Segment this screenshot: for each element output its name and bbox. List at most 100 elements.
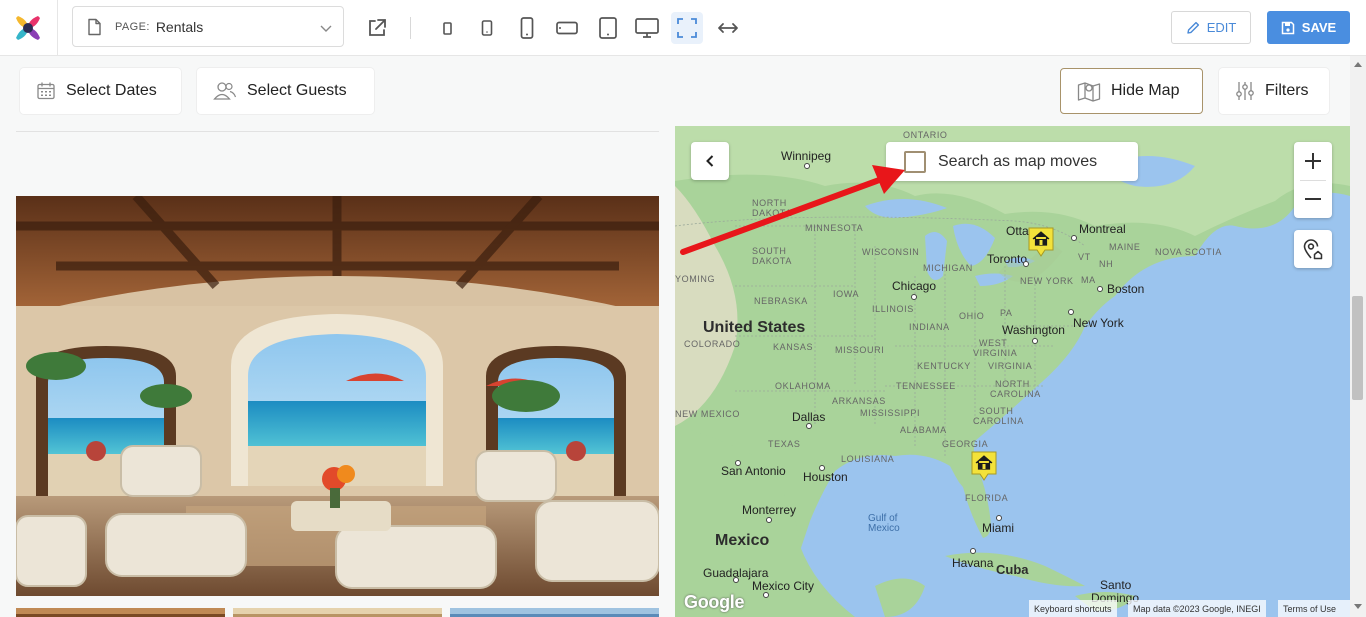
rentals-map[interactable]: ONTARIO Winnipeg NORTH DAKOTA MINNESOTA …: [675, 126, 1350, 617]
listing-column: [0, 126, 675, 617]
map-dot-guadalajara: [733, 577, 739, 583]
map-label-cuba: Cuba: [996, 562, 1029, 577]
map-label-santo-domingo-1: Santo: [1100, 578, 1132, 592]
search-as-map-moves-checkbox[interactable]: [904, 150, 926, 173]
map-label-vt: VT: [1078, 252, 1091, 262]
map-label-north-dakota-1: NORTH: [752, 198, 787, 208]
map-label-colorado: COLORADO: [684, 339, 741, 349]
map-label-kansas: KANSAS: [773, 342, 814, 352]
map-dot-winnipeg: [804, 163, 810, 169]
rental-thumbnail-1[interactable]: [16, 608, 225, 617]
map-label-nh: NH: [1099, 259, 1114, 269]
map-label-missouri: MISSOURI: [835, 345, 885, 355]
rental-hero-photo[interactable]: [16, 196, 659, 596]
map-label-south-dakota-1: SOUTH: [752, 246, 787, 256]
map-label-iowa: IOWA: [833, 289, 860, 299]
device-phone-small-icon[interactable]: [476, 12, 498, 44]
map-dot-new-york-city: [1068, 309, 1074, 315]
app-logo-icon[interactable]: [12, 12, 44, 44]
map-label-gulf-2: Mexico: [868, 523, 900, 534]
map-label-havana: Havana: [952, 556, 994, 570]
rental-thumbnail-3[interactable]: [450, 608, 659, 617]
map-dot-dallas: [806, 423, 812, 429]
map-label-chicago: Chicago: [892, 279, 937, 293]
map-label-arkansas: ARKANSAS: [832, 396, 886, 406]
map-dot-boston: [1097, 286, 1103, 292]
select-dates-button[interactable]: Select Dates: [20, 68, 181, 114]
hide-map-label: Hide Map: [1111, 82, 1180, 99]
map-label-washington: Washington: [1002, 323, 1065, 337]
map-label-toronto: Toronto: [987, 252, 1028, 266]
edit-button[interactable]: EDIT: [1171, 11, 1251, 44]
device-phone-icon[interactable]: [514, 12, 540, 44]
map-back-button[interactable]: [691, 142, 729, 180]
keyboard-shortcuts-link[interactable]: Keyboard shortcuts: [1029, 600, 1117, 617]
listing-divider: [16, 131, 659, 132]
width-resize-icon[interactable]: [713, 12, 743, 44]
scroll-up-arrow-icon[interactable]: [1354, 62, 1362, 67]
edit-label: EDIT: [1206, 20, 1237, 35]
filter-bar: Select Dates Select Guests Hide Map Filt…: [0, 56, 1350, 126]
locate-button[interactable]: [1294, 230, 1332, 268]
map-dot-miami: [996, 515, 1002, 521]
scrollbar-thumb[interactable]: [1352, 296, 1363, 400]
map-label-new-mexico: NEW MEXICO: [675, 409, 741, 419]
map-label-south-carolina-2: CAROLINA: [973, 416, 1024, 426]
editor-toolbar: PAGE: Rentals EDIT SAVE: [0, 0, 1366, 56]
map-label-united-states: United States: [703, 319, 806, 336]
floppy-disk-icon: [1281, 21, 1295, 34]
map-label-nova-scotia: NOVA SCOTIA: [1155, 247, 1222, 257]
fullscreen-icon[interactable]: [671, 12, 703, 44]
map-label-mexico: Mexico: [715, 532, 770, 549]
device-phone-landscape-icon[interactable]: [553, 12, 581, 44]
rental-pin-icon[interactable]: [1028, 227, 1054, 257]
minus-icon: [1305, 198, 1321, 200]
map-label-indiana: INDIANA: [909, 322, 950, 332]
filters-label: Filters: [1265, 82, 1309, 99]
page-selector[interactable]: PAGE: Rentals: [72, 6, 344, 47]
chevron-down-icon: [320, 25, 332, 32]
map-label-mexico-city: Mexico City: [752, 579, 815, 593]
zoom-in-button[interactable]: [1294, 142, 1332, 180]
save-button[interactable]: SAVE: [1267, 11, 1350, 44]
select-dates-label: Select Dates: [66, 82, 157, 99]
select-guests-button[interactable]: Select Guests: [197, 68, 374, 114]
map-label-maine: MAINE: [1109, 242, 1141, 252]
map-label-ma: MA: [1081, 275, 1096, 285]
map-label-north-carolina-1: NORTH: [995, 379, 1030, 389]
map-label-south-dakota-2: DAKOTA: [752, 256, 792, 266]
map-label-minnesota: MINNESOTA: [805, 223, 864, 233]
map-label-new-york-city: New York: [1073, 316, 1124, 330]
map-label-tennessee: TENNESSEE: [896, 381, 956, 391]
map-label-nebraska: NEBRASKA: [754, 296, 808, 306]
map-dot-washington: [1032, 338, 1038, 344]
zoom-divider: [1300, 180, 1326, 181]
map-label-illinois: ILLINOIS: [872, 304, 914, 314]
map-label-north-carolina-2: CAROLINA: [990, 389, 1041, 399]
map-label-texas: TEXAS: [768, 439, 801, 449]
map-label-alabama: ALABAMA: [900, 425, 947, 435]
map-label-boston: Boston: [1107, 282, 1145, 296]
plus-icon: [1305, 153, 1321, 169]
terms-of-use-link[interactable]: Terms of Use: [1278, 600, 1350, 617]
zoom-out-button[interactable]: [1294, 180, 1332, 218]
map-label-san-antonio: San Antonio: [721, 464, 786, 478]
open-external-icon[interactable]: [362, 12, 392, 44]
map-dot-mexico-city: [763, 592, 769, 598]
guests-icon: [213, 82, 237, 100]
search-as-map-moves-toggle[interactable]: Search as map moves: [886, 142, 1138, 181]
filters-button[interactable]: Filters: [1219, 68, 1329, 114]
map-label-mississippi: MISSISSIPPI: [860, 408, 921, 418]
device-tablet-icon[interactable]: [594, 12, 622, 44]
keyboard-shortcuts-label: Keyboard shortcuts: [1034, 603, 1112, 614]
map-data-label: Map data ©2023 Google, INEGI: [1133, 603, 1261, 614]
device-desktop-icon[interactable]: [632, 12, 662, 44]
rental-pin-icon[interactable]: [971, 451, 997, 481]
hide-map-button[interactable]: Hide Map: [1060, 68, 1203, 114]
rental-thumbnail-2[interactable]: [233, 608, 442, 617]
device-watch-icon[interactable]: [436, 12, 458, 44]
scroll-down-arrow-icon[interactable]: [1354, 604, 1362, 609]
map-dot-montreal: [1071, 235, 1077, 241]
map-label-houston: Houston: [803, 470, 848, 484]
google-logo: Google: [684, 592, 745, 612]
